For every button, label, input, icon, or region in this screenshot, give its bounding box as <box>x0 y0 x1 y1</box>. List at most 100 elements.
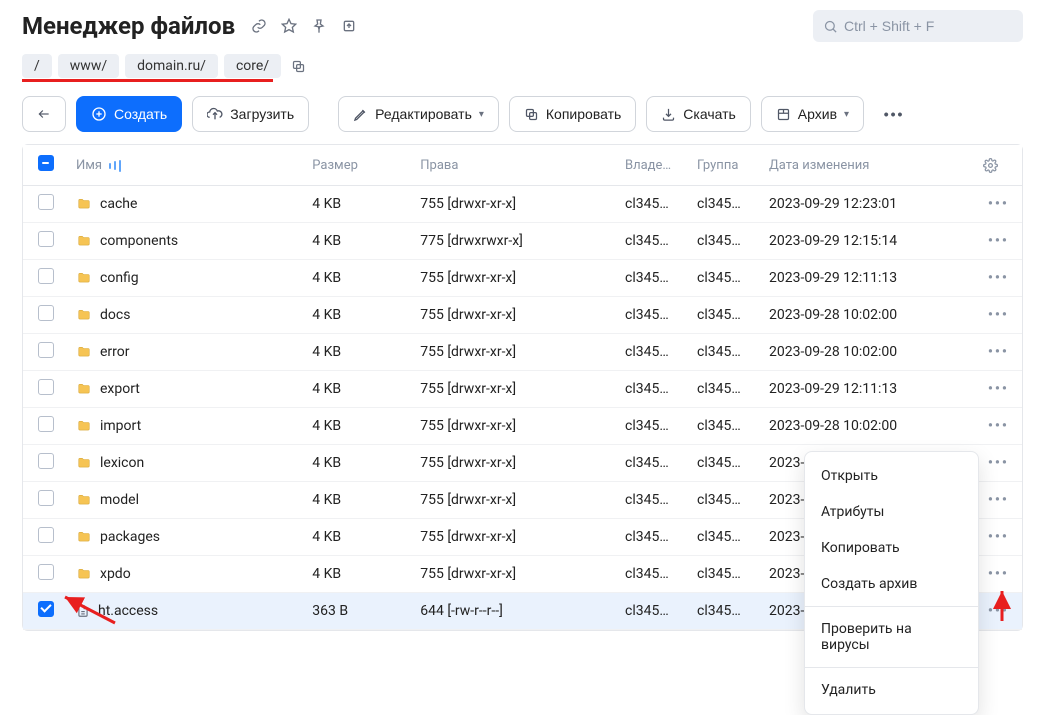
sort-icon <box>109 160 121 172</box>
col-perms-header[interactable]: Права <box>412 145 617 186</box>
edit-button[interactable]: Редактировать ▾ <box>338 96 499 132</box>
row-checkbox[interactable] <box>38 564 54 580</box>
file-size: 4 KB <box>304 297 412 334</box>
gear-icon[interactable] <box>983 158 998 173</box>
table-row[interactable]: components4 KB775 [drwxrwxr-x]cl345…cl34… <box>23 223 1022 260</box>
file-owner: cl345… <box>617 223 689 260</box>
ctx-delete[interactable]: Удалить <box>805 672 978 708</box>
create-button-label: Создать <box>114 106 167 122</box>
copy-path-icon[interactable] <box>291 59 306 74</box>
row-actions[interactable]: ••• <box>975 593 1022 630</box>
pin-icon[interactable] <box>309 16 329 36</box>
file-date: 2023-09-29 12:15:14 <box>761 223 975 260</box>
file-size: 363 B <box>304 593 412 630</box>
table-row[interactable]: docs4 KB755 [drwxr-xr-x]cl345…cl345…2023… <box>23 297 1022 334</box>
row-actions[interactable]: ••• <box>975 260 1022 297</box>
table-row[interactable]: error4 KB755 [drwxr-xr-x]cl345…cl345…202… <box>23 334 1022 371</box>
file-name: ht.access <box>98 603 158 619</box>
file-group: cl345… <box>689 297 761 334</box>
crumb-core[interactable]: core/ <box>224 54 281 78</box>
row-actions[interactable]: ••• <box>975 334 1022 371</box>
copy-icon <box>524 107 539 122</box>
row-checkbox[interactable] <box>38 231 54 247</box>
file-owner: cl345… <box>617 371 689 408</box>
row-actions[interactable]: ••• <box>975 445 1022 482</box>
star-icon[interactable] <box>279 16 299 36</box>
ctx-open[interactable]: Открыть <box>805 458 978 494</box>
col-owner-header[interactable]: Владе… <box>617 145 689 186</box>
row-actions[interactable]: ••• <box>975 556 1022 593</box>
file-group: cl345… <box>689 482 761 519</box>
row-checkbox[interactable] <box>38 342 54 358</box>
table-row[interactable]: config4 KB755 [drwxr-xr-x]cl345…cl345…20… <box>23 260 1022 297</box>
file-name: packages <box>100 529 160 545</box>
folder-icon <box>76 456 92 470</box>
ctx-scan[interactable]: Проверить на вирусы <box>805 611 978 663</box>
col-name-header[interactable]: Имя <box>76 158 102 173</box>
col-date-header[interactable]: Дата изменения <box>761 145 975 186</box>
archive-button[interactable]: Архив ▾ <box>761 96 864 132</box>
search-box[interactable] <box>813 10 1023 42</box>
row-actions[interactable]: ••• <box>975 371 1022 408</box>
page-title: Менеджер файлов <box>22 12 235 40</box>
row-checkbox[interactable] <box>38 305 54 321</box>
col-size-header[interactable]: Размер <box>304 145 412 186</box>
more-button[interactable]: ••• <box>874 96 914 132</box>
row-checkbox[interactable] <box>38 268 54 284</box>
file-size: 4 KB <box>304 482 412 519</box>
upload-icon <box>207 106 223 122</box>
file-name: model <box>100 492 139 508</box>
search-input[interactable] <box>844 18 1004 34</box>
file-date: 2023-09-29 12:23:01 <box>761 186 975 223</box>
row-checkbox[interactable] <box>38 453 54 469</box>
ctx-archive[interactable]: Создать архив <box>805 566 978 602</box>
crumb-root[interactable]: / <box>22 54 52 78</box>
row-actions[interactable]: ••• <box>975 297 1022 334</box>
crumb-domain[interactable]: domain.ru/ <box>125 54 218 78</box>
file-size: 4 KB <box>304 408 412 445</box>
row-actions[interactable]: ••• <box>975 519 1022 556</box>
table-row[interactable]: cache4 KB755 [drwxr-xr-x]cl345…cl345…202… <box>23 186 1022 223</box>
row-checkbox[interactable] <box>38 527 54 543</box>
archive-icon <box>776 107 791 122</box>
table-row[interactable]: export4 KB755 [drwxr-xr-x]cl345…cl345…20… <box>23 371 1022 408</box>
file-perms: 755 [drwxr-xr-x] <box>412 260 617 297</box>
col-group-header[interactable]: Группа <box>689 145 761 186</box>
file-group: cl345… <box>689 519 761 556</box>
folder-icon <box>76 308 92 322</box>
row-actions[interactable]: ••• <box>975 482 1022 519</box>
row-checkbox[interactable] <box>38 490 54 506</box>
chevron-down-icon: ▾ <box>844 109 849 120</box>
create-button[interactable]: Создать <box>76 96 182 132</box>
file-name: config <box>100 270 139 286</box>
file-name: import <box>100 418 141 434</box>
ctx-attributes[interactable]: Атрибуты <box>805 494 978 530</box>
dots-icon: ••• <box>884 106 905 122</box>
row-checkbox[interactable] <box>38 379 54 395</box>
file-size: 4 KB <box>304 519 412 556</box>
row-checkbox[interactable] <box>38 416 54 432</box>
file-owner: cl345… <box>617 186 689 223</box>
copy-button[interactable]: Копировать <box>509 96 636 132</box>
crumb-www[interactable]: www/ <box>58 54 119 78</box>
row-checkbox[interactable] <box>38 194 54 210</box>
download-button[interactable]: Скачать <box>646 96 751 132</box>
header-checkbox[interactable] <box>38 155 54 171</box>
row-actions[interactable]: ••• <box>975 408 1022 445</box>
upload-button[interactable]: Загрузить <box>192 96 309 132</box>
file-icon <box>76 603 90 619</box>
archive-button-label: Архив <box>798 106 837 122</box>
file-group: cl345… <box>689 186 761 223</box>
file-perms: 755 [drwxr-xr-x] <box>412 556 617 593</box>
row-checkbox[interactable] <box>38 601 54 617</box>
row-actions[interactable]: ••• <box>975 186 1022 223</box>
link-icon[interactable] <box>249 16 269 36</box>
row-actions[interactable]: ••• <box>975 223 1022 260</box>
file-date: 2023-09-29 12:11:13 <box>761 371 975 408</box>
file-size: 4 KB <box>304 556 412 593</box>
file-group: cl345… <box>689 593 761 630</box>
back-button[interactable] <box>22 96 66 132</box>
external-icon[interactable] <box>339 16 359 36</box>
ctx-copy[interactable]: Копировать <box>805 530 978 566</box>
table-row[interactable]: import4 KB755 [drwxr-xr-x]cl345…cl345…20… <box>23 408 1022 445</box>
